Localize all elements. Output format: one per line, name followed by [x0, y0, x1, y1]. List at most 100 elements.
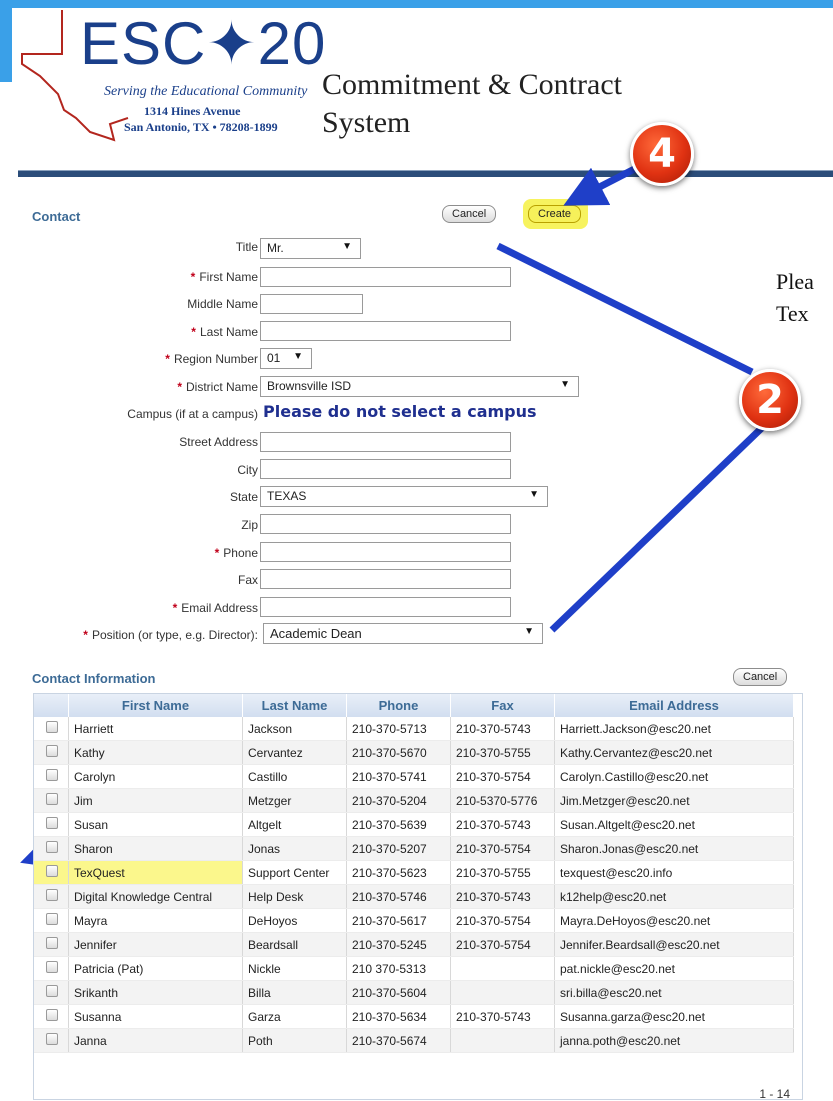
column-header-first-name[interactable]: First Name	[68, 694, 243, 717]
table-row[interactable]: Kathy Cervantez 210-370-5670 210-370-5755 Ka…	[34, 740, 794, 765]
header-divider	[18, 170, 833, 177]
table-row[interactable]: Harriett Jackson 210-370-5713 210-370-5743 H…	[34, 717, 794, 741]
fax-field[interactable]	[260, 569, 511, 589]
cell-email: Mayra.DeHoyos@esc20.net	[554, 908, 794, 933]
table-row[interactable]: Srikanth Billa 210-370-5604 sri.billa@esc20…	[34, 980, 794, 1005]
arrow-line-lower	[549, 417, 773, 633]
checkbox-icon[interactable]	[46, 985, 58, 997]
cell-first: Carolyn	[68, 764, 243, 789]
checkbox-icon[interactable]	[46, 745, 58, 757]
cell-first: Patricia (Pat)	[68, 956, 243, 981]
checkbox-icon[interactable]	[46, 889, 58, 901]
arrow-line-upper	[496, 242, 754, 376]
row-select-cell	[34, 717, 69, 741]
pager-range: 1 - 14	[759, 1087, 790, 1101]
cell-last: Garza	[242, 1004, 347, 1029]
checkbox-icon[interactable]	[46, 841, 58, 853]
row-select-cell	[34, 932, 69, 957]
city-field[interactable]	[260, 459, 511, 479]
side-note: Plea Tex	[776, 266, 814, 330]
contact-info-cancel-button[interactable]: Cancel	[733, 668, 788, 686]
title-select[interactable]: Mr. ▼	[260, 238, 361, 259]
checkbox-icon[interactable]	[46, 817, 58, 829]
column-header-last-name[interactable]: Last Name	[242, 694, 347, 717]
district-label-text: District Name	[185, 380, 258, 394]
cell-last: Help Desk	[242, 884, 347, 909]
last-name-label-text: Last Name	[199, 325, 258, 339]
phone-field[interactable]	[260, 542, 511, 562]
fax-label: Fax	[237, 573, 258, 587]
cell-fax: 210-370-5743	[450, 717, 555, 741]
row-select-cell	[34, 908, 69, 933]
table-row[interactable]: Mayra DeHoyos 210-370-5617 210-370-5754 Mayr…	[34, 908, 794, 933]
email-field[interactable]	[260, 597, 511, 617]
cell-email: Susanna.garza@esc20.net	[554, 1004, 794, 1029]
column-header-email[interactable]: Email Address	[554, 694, 794, 717]
position-select[interactable]: Academic Dean ▼	[263, 623, 543, 644]
cell-last: Metzger	[242, 788, 347, 813]
row-select-cell	[34, 860, 69, 885]
checkbox-icon[interactable]	[46, 1033, 58, 1045]
campus-note: Please do not select a campus	[263, 402, 537, 421]
checkbox-icon[interactable]	[46, 865, 58, 877]
checkbox-icon[interactable]	[46, 961, 58, 973]
checkbox-icon[interactable]	[46, 913, 58, 925]
cell-phone: 210-370-5623	[346, 860, 451, 885]
cell-fax: 210-370-5754	[450, 908, 555, 933]
cell-last: Billa	[242, 980, 347, 1005]
cell-phone: 210-370-5639	[346, 812, 451, 837]
required-mark: *	[190, 270, 196, 284]
last-name-field[interactable]	[260, 321, 511, 341]
middle-name-field[interactable]	[260, 294, 363, 314]
cell-phone: 210-370-5741	[346, 764, 451, 789]
table-row[interactable]: Sharon Jonas 210-370-5207 210-370-5754 Sharo…	[34, 836, 794, 861]
table-row[interactable]: Jim Metzger 210-370-5204 210-5370-5776 Jim.M…	[34, 788, 794, 813]
cell-email: Jennifer.Beardsall@esc20.net	[554, 932, 794, 957]
cancel-button[interactable]: Cancel	[442, 205, 497, 223]
checkbox-icon[interactable]	[46, 721, 58, 733]
first-name-field[interactable]	[260, 267, 511, 287]
position-value: Academic Dean	[270, 626, 362, 641]
table-row[interactable]: TexQuest Support Center 210-370-5623 210-37…	[34, 860, 794, 885]
column-header-phone[interactable]: Phone	[346, 694, 451, 717]
row-select-cell	[34, 1028, 69, 1053]
street-address-field[interactable]	[260, 432, 511, 452]
required-mark: *	[172, 601, 178, 615]
table-row[interactable]: Jennifer Beardsall 210-370-5245 210-370-575…	[34, 932, 794, 957]
column-header-fax[interactable]: Fax	[450, 694, 555, 717]
state-select[interactable]: TEXAS ▼	[260, 486, 548, 507]
region-label-text: Region Number	[173, 352, 258, 366]
create-button[interactable]: Create	[528, 205, 582, 223]
checkbox-icon[interactable]	[46, 769, 58, 781]
checkbox-icon[interactable]	[46, 937, 58, 949]
cell-last: Castillo	[242, 764, 347, 789]
district-select[interactable]: Brownsville ISD ▼	[260, 376, 579, 397]
cell-fax: 210-5370-5776	[450, 788, 555, 813]
contact-section-title: Contact	[32, 209, 81, 224]
city-label: City	[237, 463, 258, 477]
checkbox-icon[interactable]	[46, 1009, 58, 1021]
cell-phone: 210-370-5617	[346, 908, 451, 933]
table-row[interactable]: Susan Altgelt 210-370-5639 210-370-5743 Susa…	[34, 812, 794, 837]
cell-last: Beardsall	[242, 932, 347, 957]
cell-fax	[450, 1028, 555, 1053]
middle-name-label: Middle Name	[187, 297, 258, 311]
cell-first: Srikanth	[68, 980, 243, 1005]
required-mark: *	[165, 352, 170, 366]
cell-email: Harriett.Jackson@esc20.net	[554, 717, 794, 741]
cell-phone: 210-370-5245	[346, 932, 451, 957]
table-row[interactable]: Janna Poth 210-370-5674 janna.poth@esc20.ne…	[34, 1028, 794, 1053]
cell-first: Harriett	[68, 717, 243, 741]
table-row[interactable]: Susanna Garza 210-370-5634 210-370-5743 Susa…	[34, 1004, 794, 1029]
table-row[interactable]: Digital Knowledge Central Help Desk 210-37…	[34, 884, 794, 909]
zip-field[interactable]	[260, 514, 511, 534]
table-row[interactable]: Carolyn Castillo 210-370-5741 210-370-5754 C…	[34, 764, 794, 789]
side-note-line-2: Tex	[776, 301, 809, 326]
checkbox-icon[interactable]	[46, 793, 58, 805]
phone-label: * Phone	[215, 546, 258, 560]
region-select[interactable]: 01 ▼	[260, 348, 312, 369]
table-row[interactable]: Patricia (Pat) Nickle 210 370-5313 pat.nick…	[34, 956, 794, 981]
esc20-logo: ESC✦20 Serving the Educational Community…	[18, 6, 325, 146]
state-label: State	[229, 490, 258, 504]
cell-email: Jim.Metzger@esc20.net	[554, 788, 794, 813]
